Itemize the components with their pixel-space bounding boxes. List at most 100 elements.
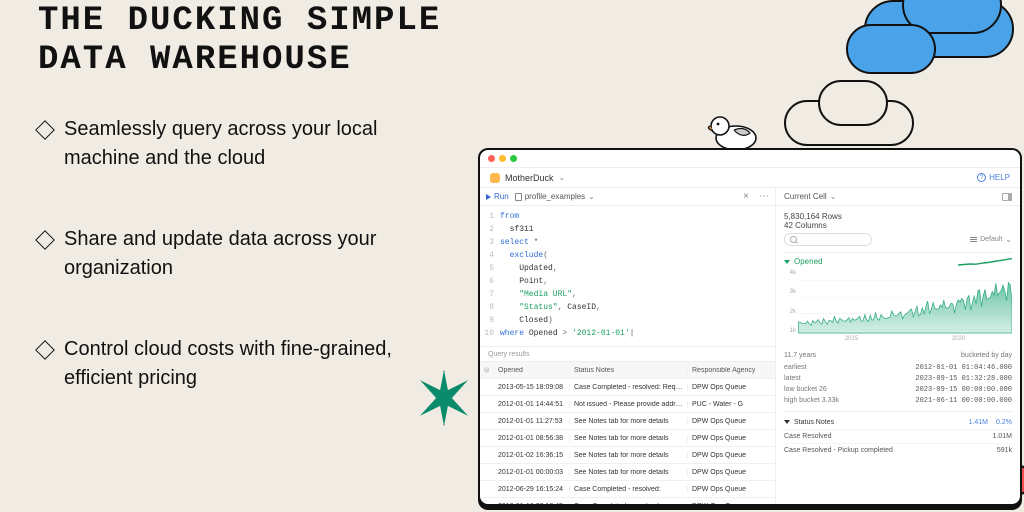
chevron-down-icon[interactable]: ⌄ bbox=[559, 173, 566, 182]
cell-opened: 2012-01-16 22:18:45 bbox=[494, 503, 570, 505]
inspector-title-text: Current Cell bbox=[784, 192, 827, 201]
inspector-title[interactable]: Current Cell ⌄ bbox=[784, 192, 836, 201]
table-row[interactable]: 2012-06-29 16:15:24Case Completed - reso… bbox=[480, 481, 775, 498]
table-row[interactable]: 2012-01-01 14:44:51Not issued - Please p… bbox=[480, 396, 775, 413]
opened-column-label: Opened bbox=[794, 257, 822, 266]
opened-histogram-chart[interactable]: 4k 3k 2k 1k bbox=[784, 270, 1012, 346]
headline-line-2: DATA WAREHOUSE bbox=[38, 41, 352, 79]
table-row[interactable]: 2012-01-16 22:18:45Case Completed - reso… bbox=[480, 498, 775, 504]
range-label: 11.7 years bbox=[784, 352, 816, 359]
line-number: 9 bbox=[480, 314, 500, 327]
sparkline-icon bbox=[958, 257, 1012, 267]
column-search-input[interactable] bbox=[784, 233, 872, 246]
cell-opened: 2012-01-02 16:36:15 bbox=[494, 452, 570, 459]
chevron-down-icon: ⌄ bbox=[588, 192, 595, 201]
app-window: MotherDuck ⌄ ? HELP Run profile_examples… bbox=[478, 148, 1022, 506]
file-tab[interactable]: profile_examples ⌄ bbox=[515, 192, 595, 201]
line-code: where Opened > '2012-01-01'| bbox=[500, 327, 634, 340]
table-row[interactable]: 2012-01-02 16:36:15See Notes tab for mor… bbox=[480, 447, 775, 464]
chevron-down-icon: ⌄ bbox=[830, 192, 837, 201]
table-row[interactable]: 2012-01-01 08:56:38See Notes tab for mor… bbox=[480, 430, 775, 447]
query-results-label: Query results bbox=[480, 346, 775, 361]
line-code: Point, bbox=[500, 275, 548, 288]
line-code: "Media URL", bbox=[500, 288, 577, 301]
run-query-button[interactable]: Run bbox=[486, 192, 509, 201]
bullet-item: Share and update data across your organi… bbox=[38, 225, 428, 283]
sort-mode-dropdown[interactable]: Default ⌄ bbox=[970, 235, 1012, 244]
chart-y-ticks: 4k 3k 2k 1k bbox=[782, 270, 796, 334]
editor-line[interactable]: 10where Opened > '2012-01-01'| bbox=[480, 327, 775, 340]
editor-line[interactable]: 7 "Media URL", bbox=[480, 288, 775, 301]
table-row[interactable]: 2012-01-01 00:00:03See Notes tab for mor… bbox=[480, 464, 775, 481]
table-row[interactable]: 2012-01-01 11:27:53See Notes tab for mor… bbox=[480, 413, 775, 430]
stat-value: 2012-01-01 01:04:46.000 bbox=[898, 364, 1012, 372]
cell-opened: 2012-01-01 00:00:03 bbox=[494, 469, 570, 476]
editor-line[interactable]: 1from bbox=[480, 210, 775, 223]
stat-value: 2023-09-15 01:32:28.000 bbox=[898, 375, 1012, 383]
help-label: HELP bbox=[989, 173, 1010, 182]
cell-status: Not issued - Please provide addr… bbox=[570, 401, 688, 408]
editor-line[interactable]: 4 exclude( bbox=[480, 249, 775, 262]
stat-label: high bucket 3.33k bbox=[784, 397, 898, 405]
minimize-window-button[interactable] bbox=[499, 155, 506, 162]
diamond-icon bbox=[35, 120, 55, 140]
editor-line[interactable]: 5 Updated, bbox=[480, 262, 775, 275]
col-header-agency[interactable]: Responsible Agency bbox=[688, 367, 775, 374]
column-count: 42 Columns bbox=[784, 221, 1012, 230]
panel-layout-icon[interactable] bbox=[1002, 193, 1012, 201]
file-tab-label: profile_examples bbox=[525, 192, 585, 201]
tab-menu-button[interactable]: ⋯ bbox=[759, 191, 769, 202]
col-header-status[interactable]: Status Notes bbox=[570, 367, 688, 374]
close-window-button[interactable] bbox=[488, 155, 495, 162]
cell-status: Case Completed - resolved: bbox=[570, 503, 688, 505]
editor-line[interactable]: 9 Closed) bbox=[480, 314, 775, 327]
table-row[interactable]: 2013-05-15 18:09:08Case Completed - reso… bbox=[480, 379, 775, 396]
window-titlebar bbox=[480, 150, 1020, 168]
line-number: 2 bbox=[480, 223, 500, 236]
editor-line[interactable]: 8 "Status", CaseID, bbox=[480, 301, 775, 314]
cell-agency: DPW Ops Queue bbox=[688, 418, 775, 425]
caret-down-icon bbox=[784, 420, 790, 424]
table-header-row: Opened Status Notes Responsible Agency bbox=[480, 361, 775, 379]
sort-icon bbox=[970, 237, 977, 242]
editor-tab-strip: Run profile_examples ⌄ × ⋯ bbox=[480, 188, 775, 206]
status-notes-row: Case Resolved - Pickup completed 591k bbox=[784, 443, 1012, 457]
feature-bullets: Seamlessly query across your local machi… bbox=[38, 115, 428, 393]
cell-agency: PUC - Water - G bbox=[688, 401, 775, 408]
headline-line-1: THE DUCKING SIMPLE bbox=[38, 2, 441, 40]
help-button[interactable]: ? HELP bbox=[977, 173, 1010, 182]
bullet-item: Seamlessly query across your local machi… bbox=[38, 115, 428, 173]
cell-status: See Notes tab for more details bbox=[570, 435, 688, 442]
stat-label: low bucket 26 bbox=[784, 386, 898, 394]
workspace-name[interactable]: MotherDuck bbox=[505, 173, 554, 183]
cell-status: See Notes tab for more details bbox=[570, 469, 688, 476]
bullet-text: Control cloud costs with fine-grained, e… bbox=[64, 335, 428, 393]
editor-line[interactable]: 6 Point, bbox=[480, 275, 775, 288]
line-number: 3 bbox=[480, 236, 500, 249]
cell-agency: DPW Ops Queue bbox=[688, 384, 775, 391]
line-code: "Status", CaseID, bbox=[500, 301, 601, 314]
line-number: 1 bbox=[480, 210, 500, 223]
cell-status: Case Completed - resolved: bbox=[570, 486, 688, 493]
editor-line[interactable]: 2 sf311 bbox=[480, 223, 775, 236]
bullet-item: Control cloud costs with fine-grained, e… bbox=[38, 335, 428, 393]
close-tab-button[interactable]: × bbox=[739, 191, 753, 202]
status-notes-total: 1.41M bbox=[969, 419, 988, 426]
line-code: Updated, bbox=[500, 262, 558, 275]
duck-mascot-icon bbox=[704, 108, 764, 152]
status-notes-section[interactable]: Status Notes 1.41M 0.2% Case Resolved 1.… bbox=[784, 411, 1012, 457]
line-number: 10 bbox=[480, 327, 500, 340]
cell-opened: 2012-06-29 16:15:24 bbox=[494, 486, 570, 493]
col-header-opened[interactable]: Opened bbox=[494, 367, 570, 374]
expand-row-icon bbox=[480, 366, 494, 374]
line-code: from bbox=[500, 210, 519, 223]
sql-editor[interactable]: 1from2 sf3113select *4 exclude(5 Updated… bbox=[480, 206, 775, 346]
opened-column-section[interactable]: Opened bbox=[784, 252, 1012, 268]
cell-opened: 2013-05-15 18:09:08 bbox=[494, 384, 570, 391]
maximize-window-button[interactable] bbox=[510, 155, 517, 162]
editor-line[interactable]: 3select * bbox=[480, 236, 775, 249]
line-number: 5 bbox=[480, 262, 500, 275]
cell-opened: 2012-01-01 11:27:53 bbox=[494, 418, 570, 425]
chevron-down-icon: ⌄ bbox=[1005, 235, 1012, 244]
stat-label: earliest bbox=[784, 364, 898, 372]
